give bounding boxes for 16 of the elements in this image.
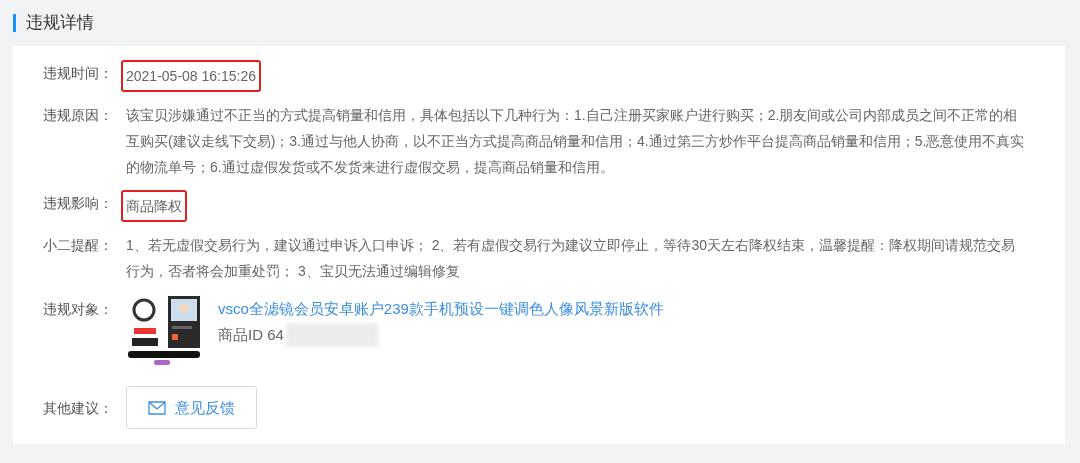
field-label: 违规对象： [43, 300, 114, 319]
feedback-button[interactable]: 意见反馈 [126, 386, 257, 429]
product-id: 商品ID 64 [218, 325, 284, 345]
field-label: 违规时间： [43, 64, 114, 83]
field-value: 该宝贝涉嫌通过不正当的方式提高销量和信用，具体包括以下几种行为：1.自己注册买家账户进行购买；2.朋友间或公司内部成员之间不正常的相互购买(建议走线下交易)；3.通过与他人协商，以不正当方式提高商品销量和信用；4.通过第三方炒作平台提高商品销量和信用；5.恶意使用不真实的物流单号；6.通过虚假发货或不发货来进行虚假交易，提高商品销量和信用。 [126, 106, 1025, 177]
section-title: 违规详情 [26, 12, 94, 35]
field-value: 1、若无虚假交易行为，建议通过申诉入口申诉； 2、若有虚假交易行为建议立即停止，等待30天左右降权结束，温馨提醒：降权期间请规范交易行为，否者将会加重处罚； 3、宝贝无法通过编辑修复 [126, 236, 1017, 281]
product-link[interactable]: vsco全滤镜会员安卓账户239款手机预设一键调色人像风景新版软件 [218, 296, 664, 322]
field-label: 其他建议： [43, 398, 114, 418]
field-label: 小二提醒： [43, 236, 114, 255]
field-value: 商品降权 [121, 190, 187, 222]
field-label: 违规影响： [43, 194, 114, 213]
field-label: 违规原因： [43, 106, 114, 125]
field-value: 2021-05-08 16:15:26 [121, 60, 261, 92]
accent-bar [13, 14, 16, 32]
mail-icon [148, 400, 166, 415]
